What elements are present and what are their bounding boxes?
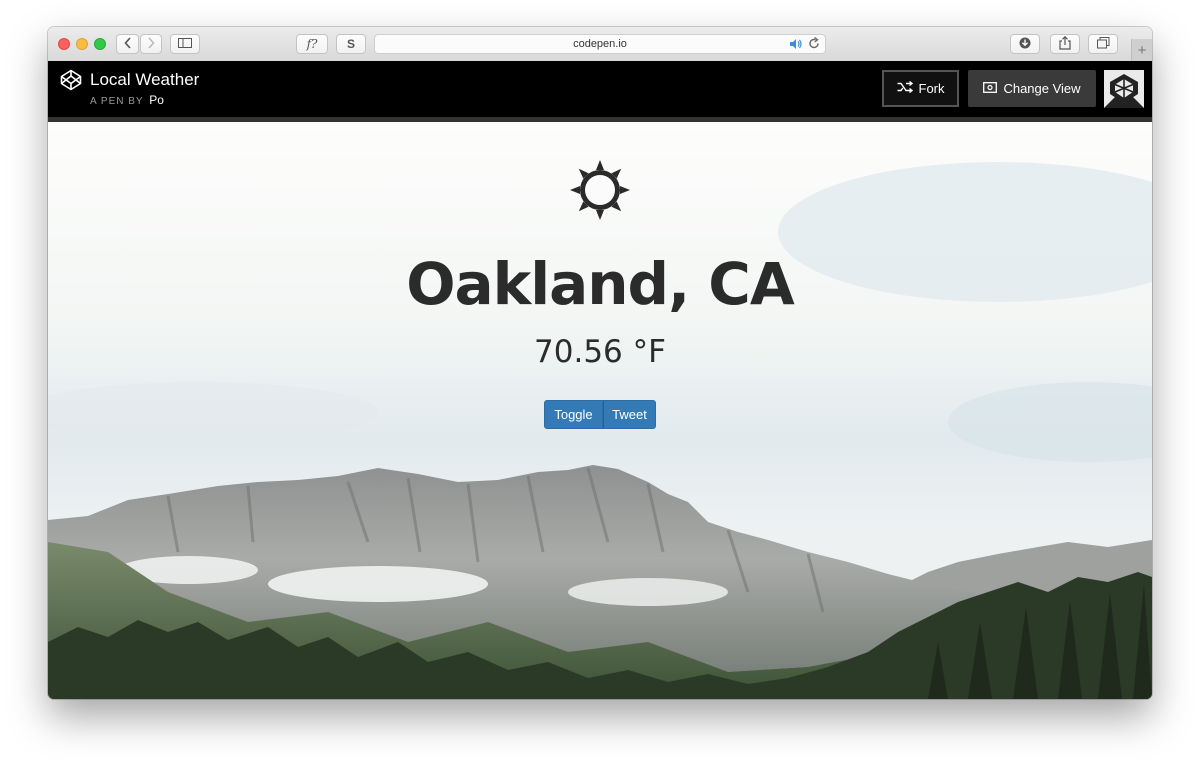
city-name: Oakland, CA <box>406 250 795 318</box>
sidebar-button[interactable] <box>170 34 200 54</box>
address-text: codepen.io <box>573 38 627 50</box>
fork-icon <box>897 80 913 96</box>
font-extension-button[interactable]: f? <box>296 34 328 54</box>
audio-icon[interactable] <box>789 38 803 53</box>
browser-toolbar: f? S codepen.io + <box>48 27 1152 62</box>
codepen-header: Local Weather A PEN BY Po Fork Change Vi… <box>48 61 1152 122</box>
by-label: A PEN BY <box>90 96 144 107</box>
reload-icon[interactable] <box>808 36 820 53</box>
minimize-window-button[interactable] <box>76 38 88 50</box>
downloads-button[interactable] <box>1010 34 1040 54</box>
fork-button[interactable]: Fork <box>882 70 959 107</box>
view-icon <box>983 81 998 96</box>
tabs-icon <box>1096 36 1110 52</box>
share-button[interactable] <box>1050 34 1080 54</box>
s-extension-button[interactable]: S <box>336 34 366 54</box>
close-window-button[interactable] <box>58 38 70 50</box>
action-button-group: Toggle Tweet <box>544 400 656 429</box>
download-icon <box>1019 37 1031 52</box>
temperature-readout: 70.56 °F <box>534 334 666 370</box>
toggle-units-button[interactable]: Toggle <box>544 400 603 429</box>
sun-icon <box>568 158 632 227</box>
user-avatar[interactable] <box>1104 70 1144 108</box>
pen-byline: A PEN BY Po <box>90 93 164 107</box>
pen-title[interactable]: Local Weather <box>90 70 199 90</box>
codepen-logo-icon[interactable] <box>60 69 82 96</box>
chevron-left-icon <box>123 36 132 52</box>
weather-app: Oakland, CA 70.56 °F Toggle Tweet <box>48 122 1152 699</box>
forward-button[interactable] <box>140 34 162 54</box>
change-view-button[interactable]: Change View <box>968 70 1096 107</box>
tabs-overview-button[interactable] <box>1088 34 1118 54</box>
author-link[interactable]: Po <box>149 93 164 107</box>
tweet-button[interactable]: Tweet <box>603 400 656 429</box>
zoom-window-button[interactable] <box>94 38 106 50</box>
fork-label: Fork <box>918 81 945 96</box>
share-icon <box>1059 35 1071 53</box>
browser-window: f? S codepen.io + Local Weather A PEN BY… <box>48 27 1152 699</box>
chevron-right-icon <box>147 36 155 52</box>
address-bar[interactable]: codepen.io <box>374 34 826 54</box>
change-view-label: Change View <box>1003 81 1081 96</box>
new-tab-button[interactable]: + <box>1131 39 1152 61</box>
sidebar-icon <box>178 37 192 51</box>
back-button[interactable] <box>116 34 139 54</box>
